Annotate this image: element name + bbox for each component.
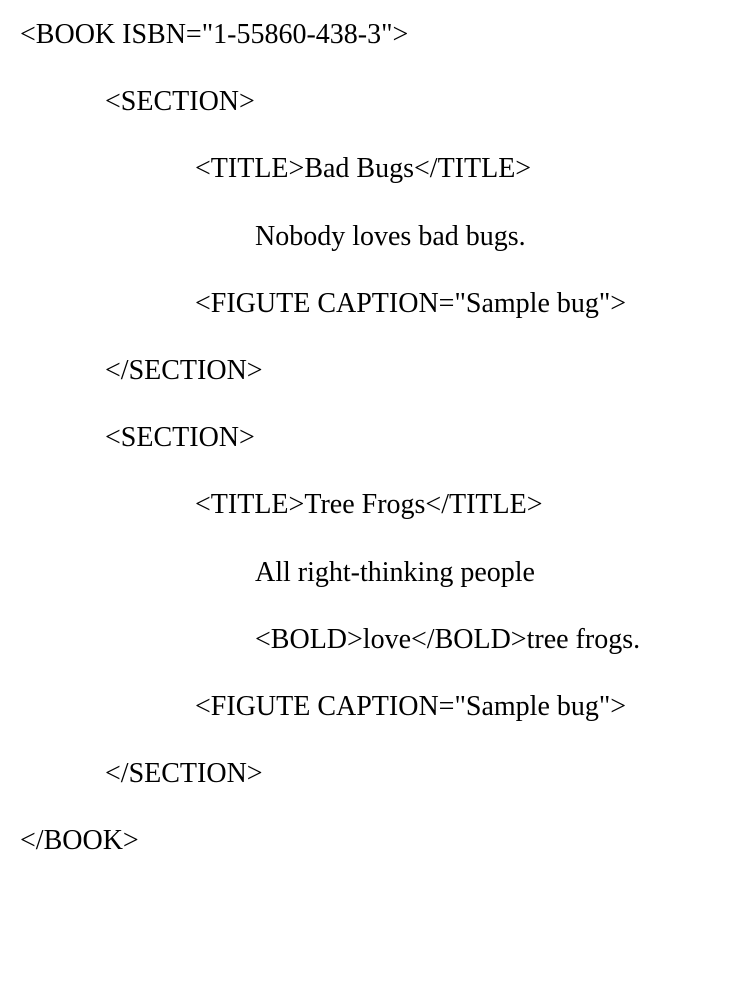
code-line-section2-open: <SECTION> (20, 418, 718, 457)
code-line-section1-open: <SECTION> (20, 82, 718, 121)
code-line-book-open: <BOOK ISBN="1-55860-438-3"> (20, 15, 718, 54)
code-line-text2a: All right-thinking people (20, 553, 718, 592)
code-line-book-close: </BOOK> (20, 821, 718, 860)
code-line-title1: <TITLE>Bad Bugs</TITLE> (20, 149, 718, 188)
code-line-text2b: <BOLD>love</BOLD>tree frogs. (20, 620, 718, 659)
code-line-figure2: <FIGUTE CAPTION="Sample bug"> (20, 687, 718, 726)
code-line-figure1: <FIGUTE CAPTION="Sample bug"> (20, 284, 718, 323)
code-line-section2-close: </SECTION> (20, 754, 718, 793)
code-line-title2: <TITLE>Tree Frogs</TITLE> (20, 485, 718, 524)
code-line-section1-close: </SECTION> (20, 351, 718, 390)
code-line-text1: Nobody loves bad bugs. (20, 217, 718, 256)
